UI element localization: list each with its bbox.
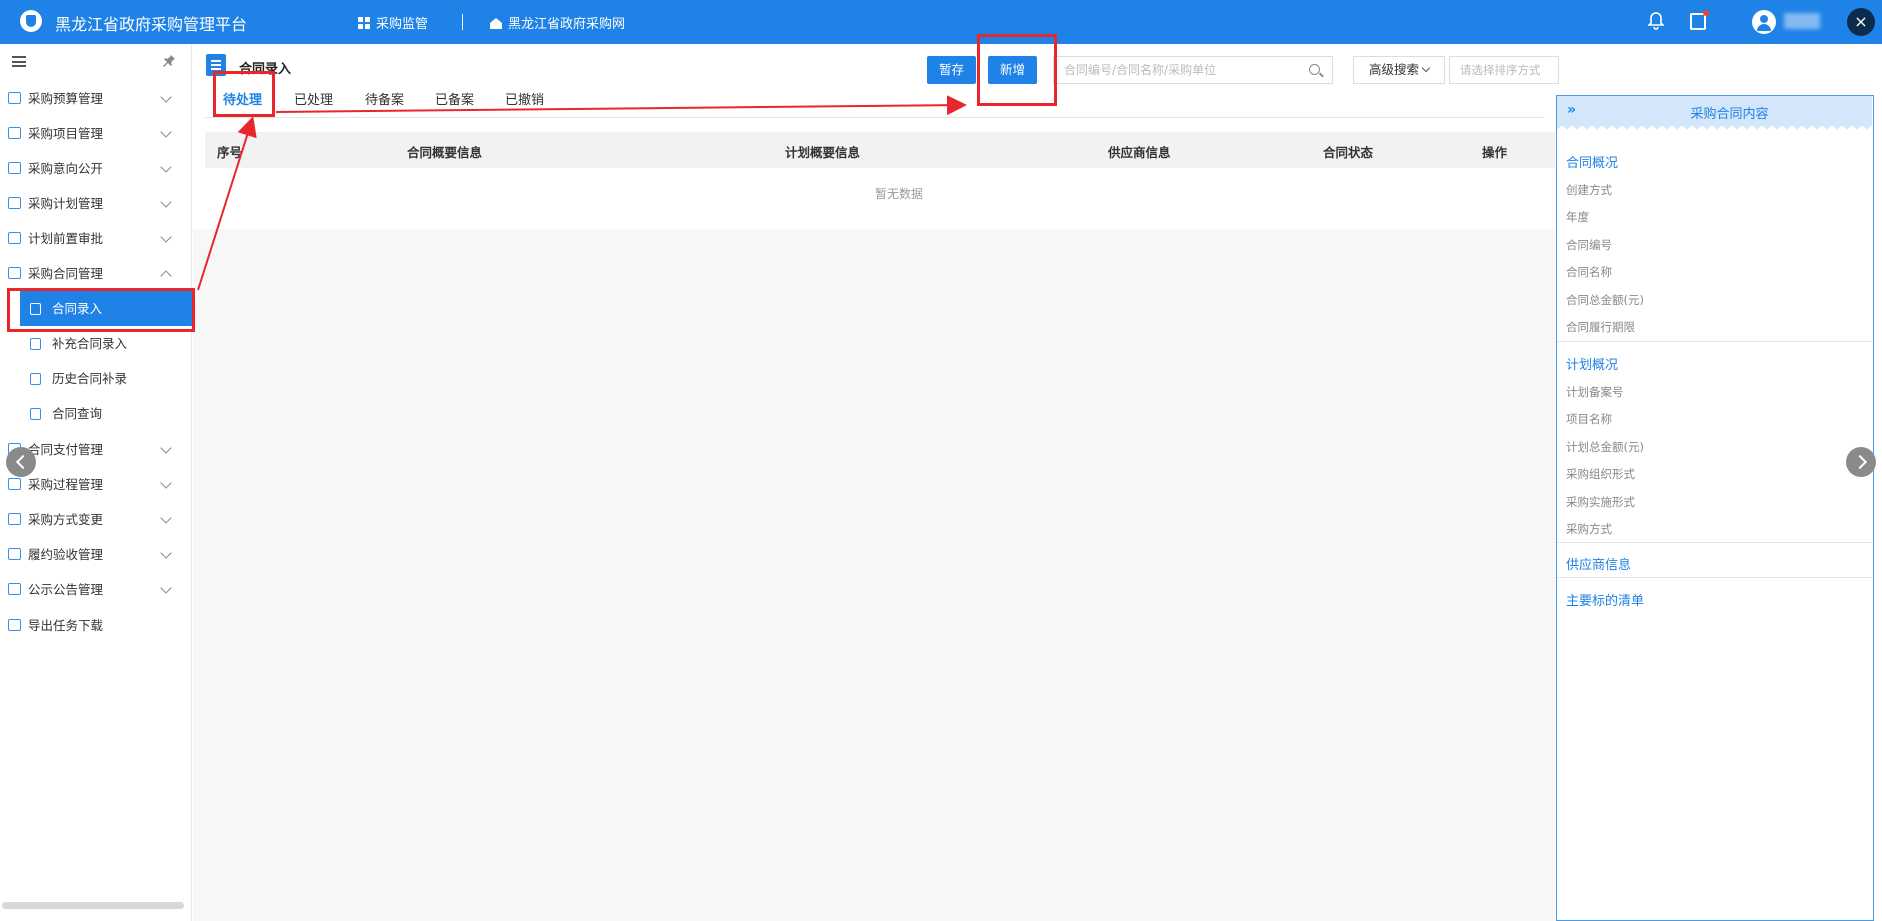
annotation-arrows (197, 95, 967, 291)
